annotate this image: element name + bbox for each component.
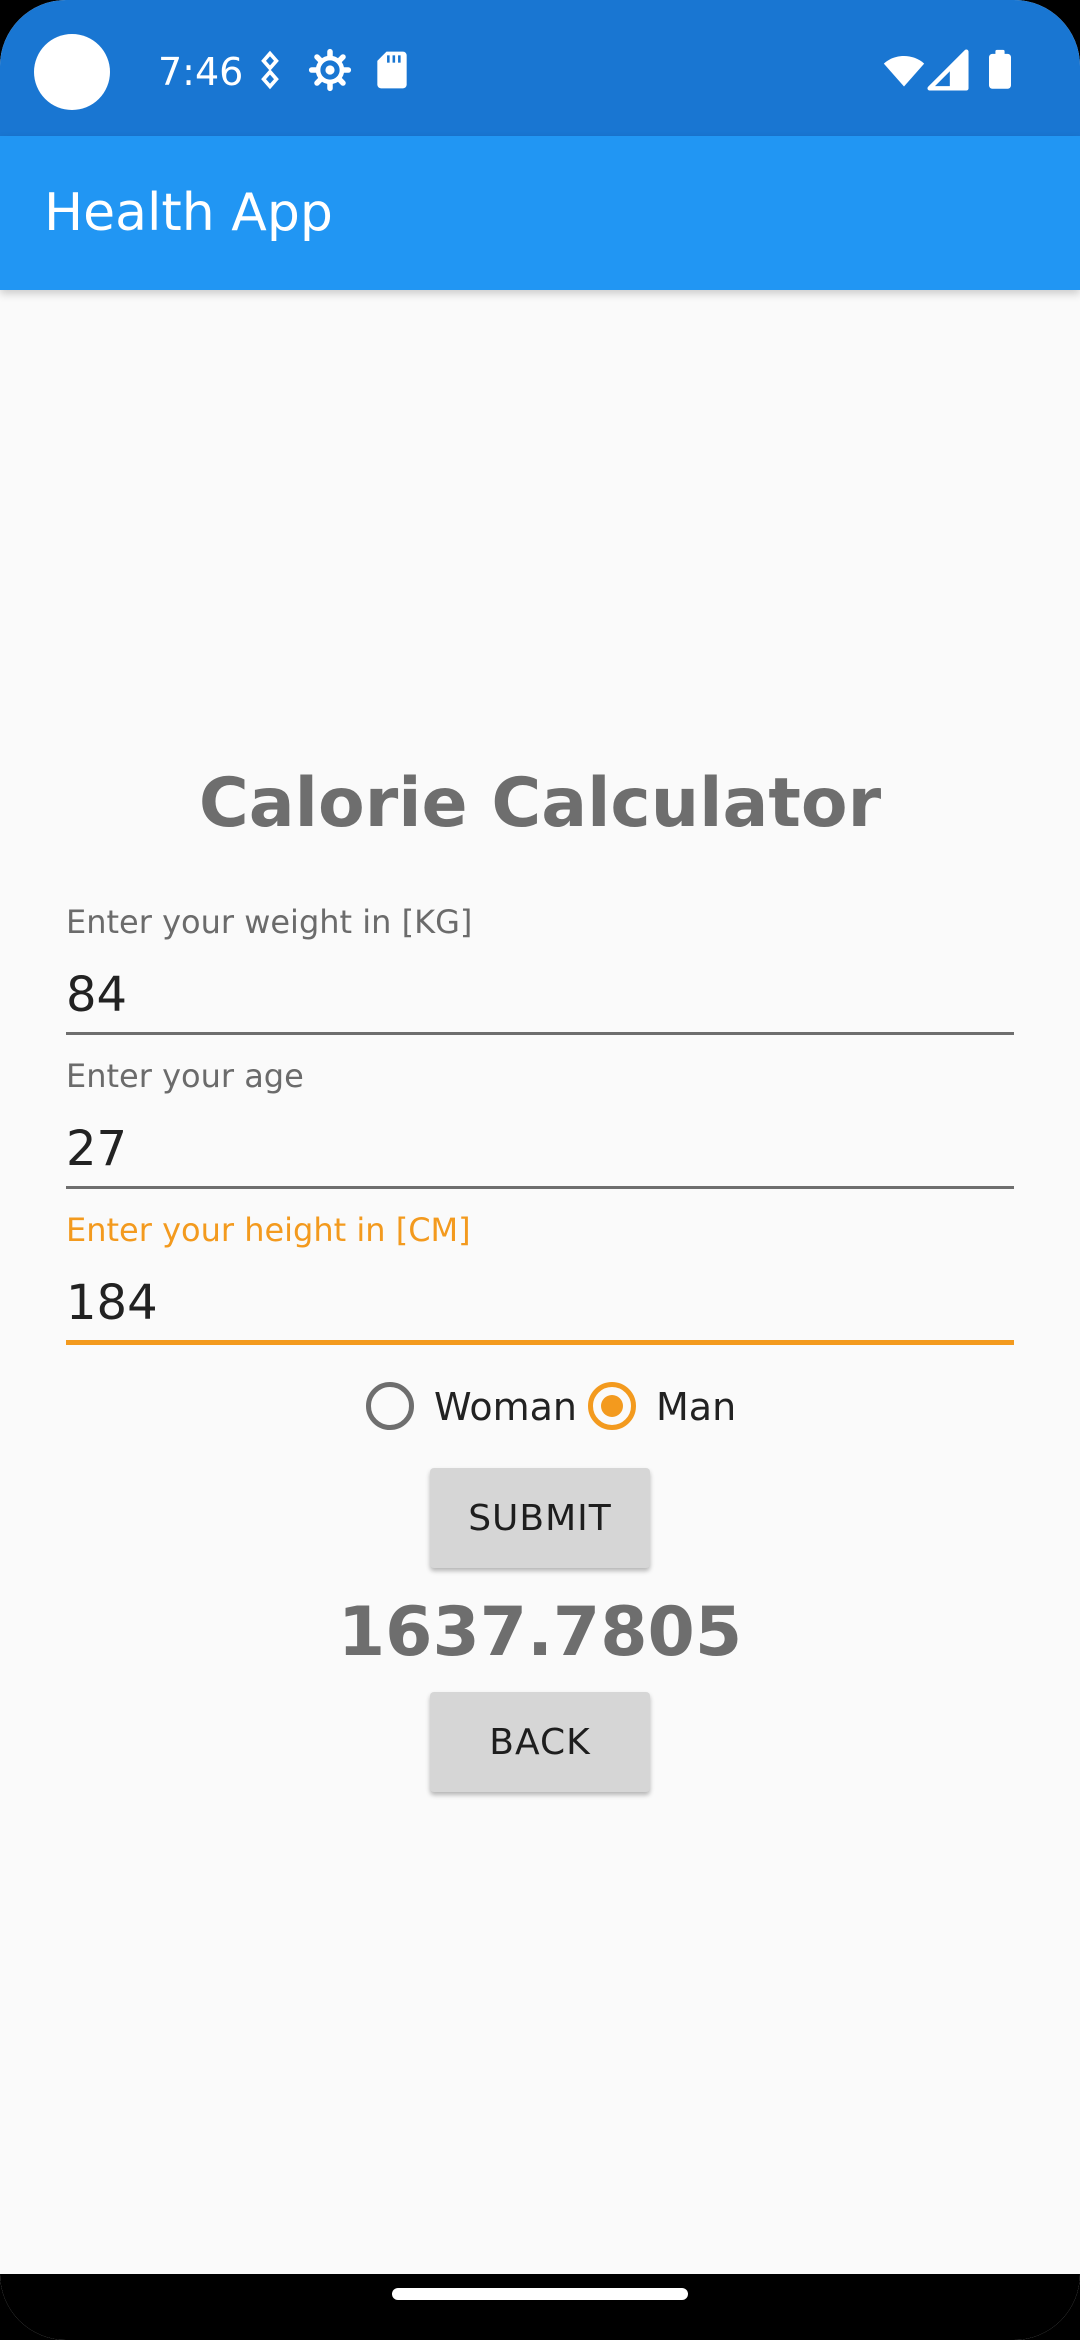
radio-man[interactable] — [588, 1382, 636, 1430]
nfc-icon — [261, 50, 279, 90]
weight-field-label: Enter your weight in [KG] — [66, 903, 473, 941]
settings-icon — [308, 48, 352, 92]
age-input[interactable] — [66, 1112, 1014, 1189]
page-title: Calorie Calculator — [198, 764, 882, 843]
height-field-label: Enter your height in [CM] — [66, 1211, 471, 1249]
submit-button[interactable]: SUBMIT — [430, 1468, 650, 1568]
status-bar: 7:46 — [0, 0, 1080, 136]
app-bar: Health App — [0, 136, 1080, 290]
signal-icon — [927, 49, 969, 91]
radio-man-label[interactable]: Man — [656, 1380, 736, 1434]
radio-woman[interactable] — [366, 1382, 414, 1430]
camera-cutout — [34, 34, 110, 110]
radio-woman-label[interactable]: Woman — [434, 1380, 577, 1434]
app-title: Health App — [44, 183, 333, 243]
age-field-label: Enter your age — [66, 1057, 304, 1095]
battery-icon — [989, 49, 1011, 89]
age-field: Enter your age — [66, 1054, 1014, 1189]
home-gesture-handle[interactable] — [392, 2288, 688, 2300]
calorie-result: 1637.7805 — [337, 1593, 743, 1672]
weight-field: Enter your weight in [KG] — [66, 900, 1014, 1035]
wifi-icon — [883, 56, 925, 87]
back-button[interactable]: BACK — [430, 1692, 650, 1792]
navigation-bar — [0, 2274, 1080, 2340]
height-field: Enter your height in [CM] — [66, 1208, 1014, 1345]
app-screen: 7:46 Health App Calorie Calculator Enter… — [0, 0, 1080, 2340]
sd-card-icon — [377, 51, 407, 89]
weight-input[interactable] — [66, 958, 1014, 1035]
gender-radio-group: Woman Man — [0, 1380, 1080, 1440]
height-input[interactable] — [66, 1266, 1014, 1345]
status-time: 7:46 — [158, 50, 244, 94]
